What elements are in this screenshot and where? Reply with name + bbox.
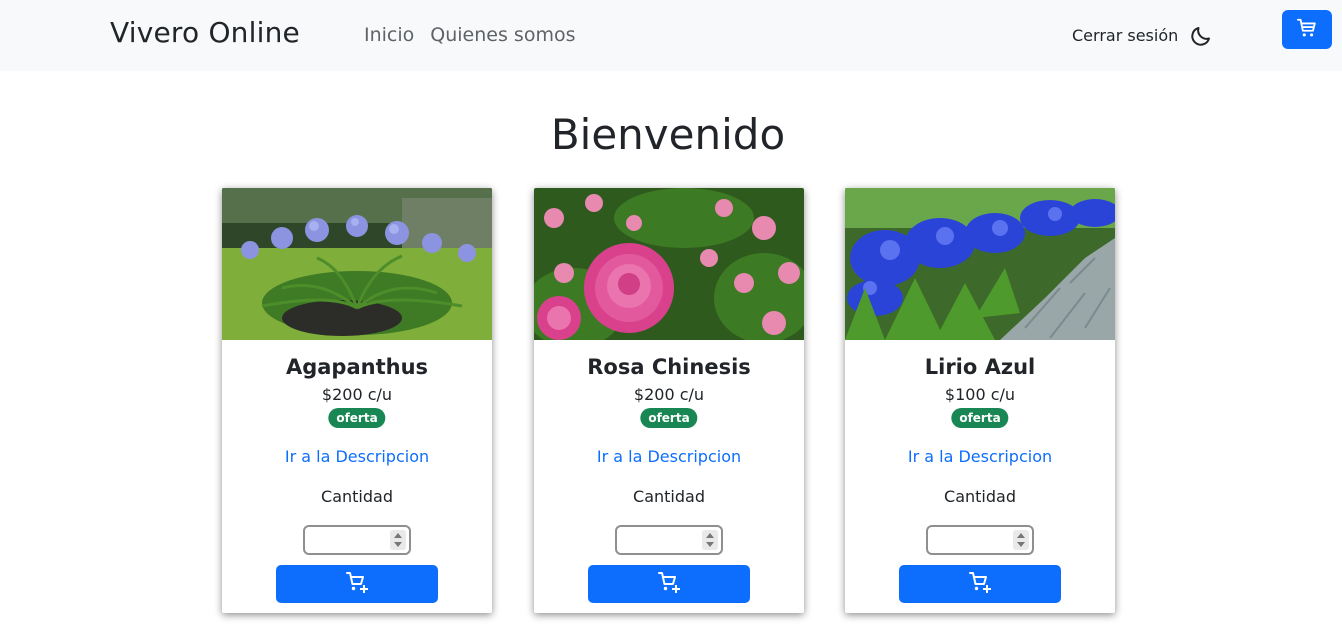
- product-price: $100 c/u: [944, 385, 1016, 404]
- cart-icon: [1296, 17, 1318, 43]
- product-image: [534, 188, 804, 340]
- moon-icon[interactable]: [1189, 24, 1213, 48]
- offer-badge: oferta: [640, 408, 698, 428]
- nav-links: Inicio Quienes somos: [364, 24, 575, 46]
- product-price: $200 c/u: [321, 385, 393, 404]
- quantity-input[interactable]: [615, 525, 723, 555]
- cart-plus-icon: [345, 570, 369, 598]
- quantity-spinner[interactable]: [1013, 530, 1029, 550]
- description-link[interactable]: Ir a la Descripcion: [534, 447, 804, 466]
- nav-link-quienes-somos[interactable]: Quienes somos: [430, 24, 575, 46]
- product-card: Rosa Chinesis $200 c/u oferta Ir a la De…: [534, 188, 804, 613]
- quantity-spinner[interactable]: [390, 530, 406, 550]
- cart-plus-icon: [657, 570, 681, 598]
- quantity-label: Cantidad: [321, 487, 393, 506]
- quantity-label: Cantidad: [633, 487, 705, 506]
- product-name: Rosa Chinesis: [587, 355, 751, 379]
- logout-link[interactable]: Cerrar sesión: [1072, 26, 1178, 45]
- offer-badge: oferta: [328, 408, 386, 428]
- product-image: [845, 188, 1115, 340]
- offer-badge: oferta: [951, 408, 1009, 428]
- quantity-label: Cantidad: [944, 487, 1016, 506]
- add-to-cart-button[interactable]: [276, 565, 438, 603]
- nav-link-inicio[interactable]: Inicio: [364, 24, 414, 46]
- description-link[interactable]: Ir a la Descripcion: [222, 447, 492, 466]
- cart-plus-icon: [968, 570, 992, 598]
- product-card: Agapanthus $200 c/u oferta Ir a la Descr…: [222, 188, 492, 613]
- navbar: Vivero Online Inicio Quienes somos Cerra…: [0, 0, 1342, 71]
- quantity-spinner[interactable]: [702, 530, 718, 550]
- add-to-cart-button[interactable]: [899, 565, 1061, 603]
- cart-button[interactable]: [1282, 10, 1332, 49]
- product-name: Agapanthus: [285, 355, 429, 379]
- product-price: $200 c/u: [633, 385, 705, 404]
- add-to-cart-button[interactable]: [588, 565, 750, 603]
- product-name: Lirio Azul: [924, 355, 1036, 379]
- product-card: Lirio Azul $100 c/u oferta Ir a la Descr…: [845, 188, 1115, 613]
- quantity-input[interactable]: [303, 525, 411, 555]
- product-image: [222, 188, 492, 340]
- brand-title[interactable]: Vivero Online: [110, 16, 300, 49]
- description-link[interactable]: Ir a la Descripcion: [845, 447, 1115, 466]
- page-title: Bienvenido: [550, 110, 786, 159]
- quantity-input[interactable]: [926, 525, 1034, 555]
